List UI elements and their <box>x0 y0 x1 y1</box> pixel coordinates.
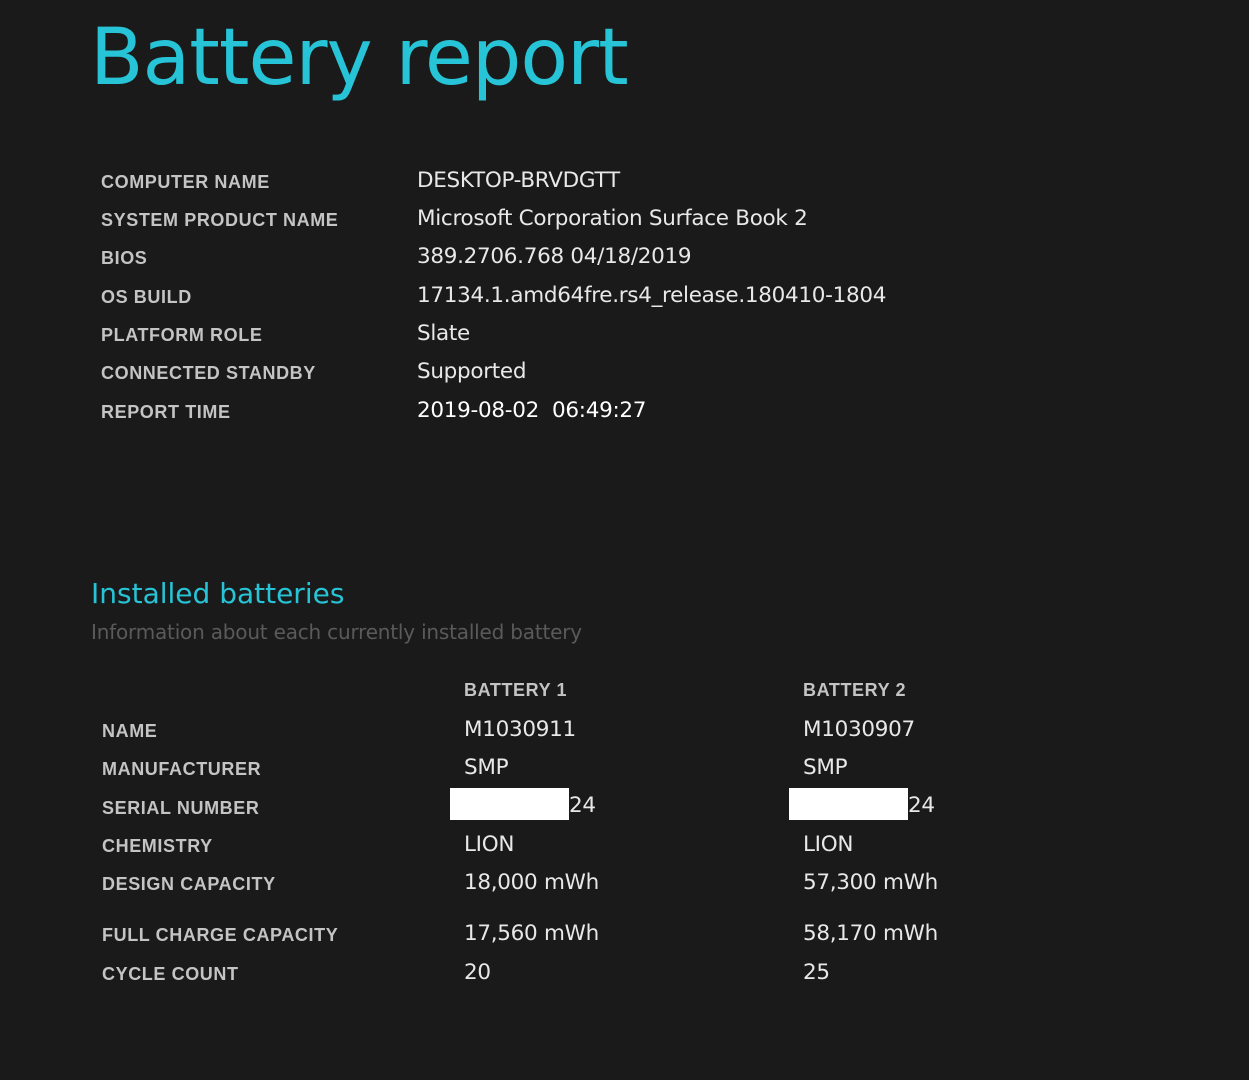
battery-2-value: M1030907 <box>803 717 915 742</box>
page-title: Battery report <box>90 13 629 103</box>
info-value: 389.2706.768 04/18/2019 <box>417 244 692 269</box>
info-value: Supported <box>417 359 527 384</box>
battery-row-design-capacity: DESIGN CAPACITY 18,000 mWh 57,300 mWh <box>102 867 1102 905</box>
battery-1-value: SMP <box>464 755 509 780</box>
battery-1-value: 20 <box>464 960 491 985</box>
info-value: Microsoft Corporation Surface Book 2 <box>417 206 808 231</box>
battery-1-value: 18,000 mWh <box>464 870 599 895</box>
battery-row-serial-number: SERIAL NUMBER 24 24 <box>102 788 1102 829</box>
info-value: 2019-08-02 06:49:27 <box>417 398 647 423</box>
info-row-bios: BIOS 389.2706.768 04/18/2019 <box>101 240 1001 278</box>
section-title-installed-batteries: Installed batteries <box>91 577 345 610</box>
battery-2-value: SMP <box>803 755 848 780</box>
info-label: OS BUILD <box>101 287 192 307</box>
info-row-report-time: REPORT TIME 2019-08-02 06:49:27 <box>101 394 1001 432</box>
battery-row-chemistry: CHEMISTRY LION LION <box>102 829 1102 867</box>
info-label: COMPUTER NAME <box>101 172 270 192</box>
battery-2-serial-suffix: 24 <box>908 793 935 818</box>
info-value: DESKTOP-BRVDGTT <box>417 168 620 193</box>
battery-2-serial: 24 <box>789 788 935 822</box>
battery-row-cycle-count: CYCLE COUNT 20 25 <box>102 957 1102 995</box>
battery-2-value: LION <box>803 832 854 857</box>
battery-row-label: NAME <box>102 721 158 741</box>
battery-1-value: 17,560 mWh <box>464 921 599 946</box>
info-value: Slate <box>417 321 470 346</box>
redaction-block <box>789 788 908 820</box>
battery-row-label: SERIAL NUMBER <box>102 798 260 818</box>
battery-row-name: NAME M1030911 M1030907 <box>102 714 1102 752</box>
battery-row-manufacturer: MANUFACTURER SMP SMP <box>102 752 1102 790</box>
battery-2-value: 25 <box>803 960 830 985</box>
redaction-block <box>450 788 569 820</box>
battery-row-label: FULL CHARGE CAPACITY <box>102 925 339 945</box>
battery-1-serial-suffix: 24 <box>569 793 596 818</box>
battery-2-value: 57,300 mWh <box>803 870 938 895</box>
info-row-system-product-name: SYSTEM PRODUCT NAME Microsoft Corporatio… <box>101 202 1001 240</box>
battery-1-value: LION <box>464 832 515 857</box>
battery-row-label: CYCLE COUNT <box>102 964 239 984</box>
column-header-battery-2: BATTERY 2 <box>803 680 907 700</box>
section-subtitle: Information about each currently install… <box>91 620 582 644</box>
battery-row-label: CHEMISTRY <box>102 836 213 856</box>
info-row-computer-name: COMPUTER NAME DESKTOP-BRVDGTT <box>101 164 1001 202</box>
info-label: SYSTEM PRODUCT NAME <box>101 210 339 230</box>
battery-1-value: M1030911 <box>464 717 576 742</box>
info-label: CONNECTED STANDBY <box>101 363 316 383</box>
battery-row-full-charge-capacity: FULL CHARGE CAPACITY 17,560 mWh 58,170 m… <box>102 918 1102 956</box>
battery-row-label: DESIGN CAPACITY <box>102 874 276 894</box>
battery-2-value: 58,170 mWh <box>803 921 938 946</box>
info-label: PLATFORM ROLE <box>101 325 263 345</box>
info-row-os-build: OS BUILD 17134.1.amd64fre.rs4_release.18… <box>101 279 1001 317</box>
info-label: REPORT TIME <box>101 402 231 422</box>
battery-1-serial: 24 <box>450 788 596 822</box>
info-row-platform-role: PLATFORM ROLE Slate <box>101 317 1001 355</box>
column-header-battery-1: BATTERY 1 <box>464 680 568 700</box>
info-value: 17134.1.amd64fre.rs4_release.180410-1804 <box>417 283 887 308</box>
info-label: BIOS <box>101 248 148 268</box>
battery-row-label: MANUFACTURER <box>102 759 262 779</box>
info-row-connected-standby: CONNECTED STANDBY Supported <box>101 355 1001 393</box>
